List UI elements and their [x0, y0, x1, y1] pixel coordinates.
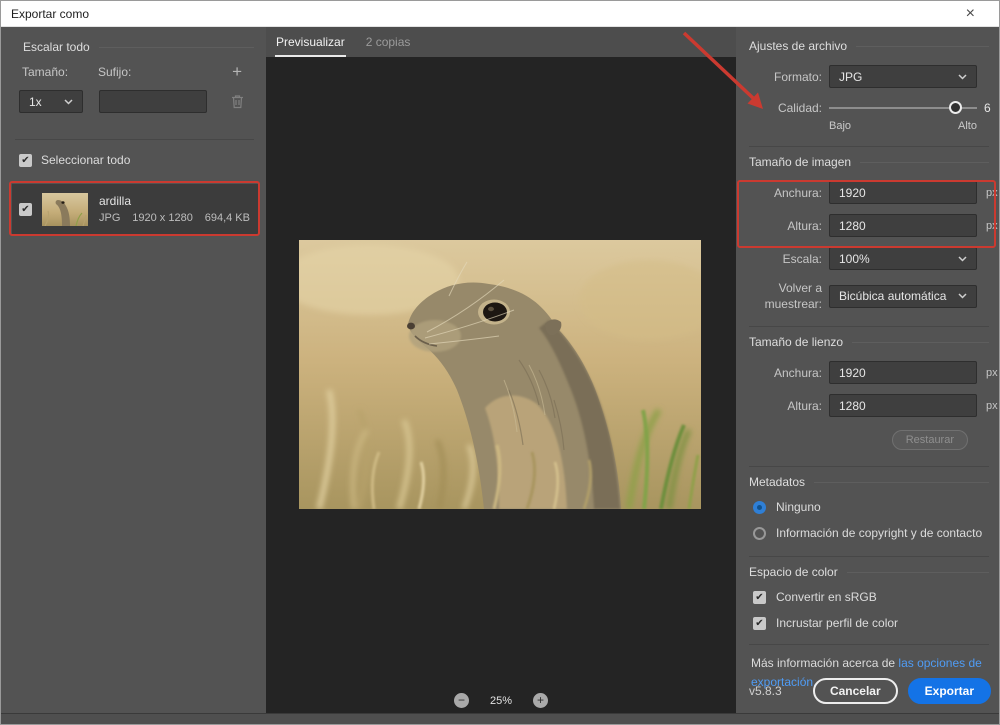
size-label: Tamaño:: [22, 65, 98, 79]
image-height-label: Altura:: [749, 219, 822, 233]
quality-high-label: Alto: [958, 120, 977, 132]
scale-size-select[interactable]: 1x: [19, 90, 83, 113]
preview-tabbar: Previsualizar 2 copias: [266, 27, 736, 57]
file-dimensions: 1920 x 1280: [132, 212, 193, 224]
zoom-in-icon[interactable]: +: [533, 693, 548, 708]
canvas-width-unit: px: [984, 367, 998, 379]
canvas-height-unit: px: [984, 400, 998, 412]
scale-labels-row: Tamaño: Sufijo: +: [22, 65, 254, 79]
zoom-level: 25%: [490, 695, 512, 707]
left-divider: [15, 139, 254, 140]
scale-all-header: Escalar todo: [23, 40, 254, 54]
file-name: ardilla: [99, 194, 250, 208]
format-select[interactable]: JPG: [829, 65, 977, 88]
image-width-unit: px: [984, 187, 998, 199]
quality-value: 6: [984, 101, 991, 115]
image-height-unit: px: [984, 220, 998, 232]
metadata-copyright-radio[interactable]: [753, 527, 766, 540]
dialog-bottom-strip: [1, 713, 999, 724]
convert-srgb-label: Convertir en sRGB: [776, 590, 877, 604]
suffix-label: Sufijo:: [98, 65, 208, 79]
chevron-down-icon: [64, 99, 73, 105]
section-image-size: Tamaño de imagen Anchura: px Altura: px …: [749, 147, 989, 326]
trash-icon[interactable]: [231, 94, 244, 109]
convert-srgb-checkbox[interactable]: ✔: [753, 591, 766, 604]
format-label: Formato:: [749, 70, 822, 84]
select-all-label: Seleccionar todo: [41, 153, 130, 167]
image-width-label: Anchura:: [749, 186, 822, 200]
section-canvas-size: Tamaño de lienzo Anchura: px Altura: px …: [749, 327, 989, 466]
version-label: v5.8.3: [749, 684, 782, 698]
select-all-row: ✔ Seleccionar todo: [19, 153, 254, 167]
chevron-down-icon: [958, 256, 967, 262]
cancel-button[interactable]: Cancelar: [813, 678, 898, 704]
export-button[interactable]: Exportar: [908, 678, 991, 704]
file-format: JPG: [99, 212, 120, 224]
file-settings-header: Ajustes de archivo: [749, 39, 989, 53]
left-panel: Escalar todo Tamaño: Sufijo: + 1x ✔ Sele…: [1, 27, 266, 715]
close-icon[interactable]: ×: [966, 1, 975, 26]
scale-select[interactable]: 100%: [829, 247, 977, 270]
quality-low-label: Bajo: [829, 120, 851, 132]
scale-label: Escala:: [749, 252, 822, 266]
dialog-title: Exportar como: [11, 1, 89, 27]
preview-column: Previsualizar 2 copias: [266, 27, 736, 715]
tab-previsualizar[interactable]: Previsualizar: [275, 27, 346, 57]
chevron-down-icon: [958, 293, 967, 299]
resample-select[interactable]: Bicúbica automática: [829, 285, 977, 308]
zoom-controls: − 25% +: [266, 693, 736, 708]
section-color-space: Espacio de color ✔ Convertir en sRGB ✔ I…: [749, 557, 989, 644]
embed-profile-checkbox[interactable]: ✔: [753, 617, 766, 630]
suffix-input[interactable]: [99, 90, 207, 113]
panel-footer: v5.8.3 Cancelar Exportar: [749, 678, 991, 704]
dialog-content: Escalar todo Tamaño: Sufijo: + 1x ✔ Sele…: [1, 27, 1000, 715]
preview-canvas: − 25% +: [266, 57, 736, 715]
metadata-header: Metadatos: [749, 475, 989, 489]
file-checkbox[interactable]: ✔: [19, 203, 32, 216]
canvas-height-label: Altura:: [749, 399, 822, 413]
canvas-width-input[interactable]: [829, 361, 977, 384]
image-size-header: Tamaño de imagen: [749, 155, 989, 169]
image-width-input[interactable]: [829, 181, 977, 204]
file-thumbnail: [42, 193, 88, 226]
canvas-size-header: Tamaño de lienzo: [749, 335, 989, 349]
metadata-copyright-label: Información de copyright y de contacto: [776, 526, 982, 540]
section-file-settings: Ajustes de archivo Formato: JPG Calidad:: [749, 39, 989, 146]
file-meta: ardilla JPG 1920 x 1280 694,4 KB: [99, 194, 250, 224]
canvas-width-label: Anchura:: [749, 366, 822, 380]
tab-copias[interactable]: 2 copias: [365, 27, 412, 57]
titlebar: Exportar como ×: [1, 1, 999, 27]
metadata-none-radio[interactable]: [753, 501, 766, 514]
chevron-down-icon: [958, 74, 967, 80]
export-as-dialog: Exportar como × Escalar todo Tamaño: Suf…: [0, 0, 1000, 725]
metadata-none-label: Ninguno: [776, 500, 821, 514]
color-space-header: Espacio de color: [749, 565, 989, 579]
right-panel: Ajustes de archivo Formato: JPG Calidad:: [736, 27, 1000, 715]
add-scale-icon[interactable]: +: [232, 65, 242, 79]
quality-slider-handle[interactable]: [949, 101, 962, 114]
resample-label: Volver a muestrear:: [749, 280, 822, 312]
preview-image: [299, 240, 701, 509]
select-all-checkbox[interactable]: ✔: [19, 154, 32, 167]
section-metadata: Metadatos Ninguno Información de copyrig…: [749, 467, 989, 556]
zoom-out-icon[interactable]: −: [454, 693, 469, 708]
quality-label: Calidad:: [749, 101, 822, 115]
file-size: 694,4 KB: [205, 212, 250, 224]
quality-slider[interactable]: [829, 98, 977, 118]
embed-profile-label: Incrustar perfil de color: [776, 616, 898, 630]
image-height-input[interactable]: [829, 214, 977, 237]
canvas-height-input[interactable]: [829, 394, 977, 417]
file-list-item[interactable]: ✔ ardilla: [12, 184, 258, 234]
restore-button[interactable]: Restaurar: [892, 430, 968, 450]
scale-fields-row: 1x: [19, 90, 254, 113]
